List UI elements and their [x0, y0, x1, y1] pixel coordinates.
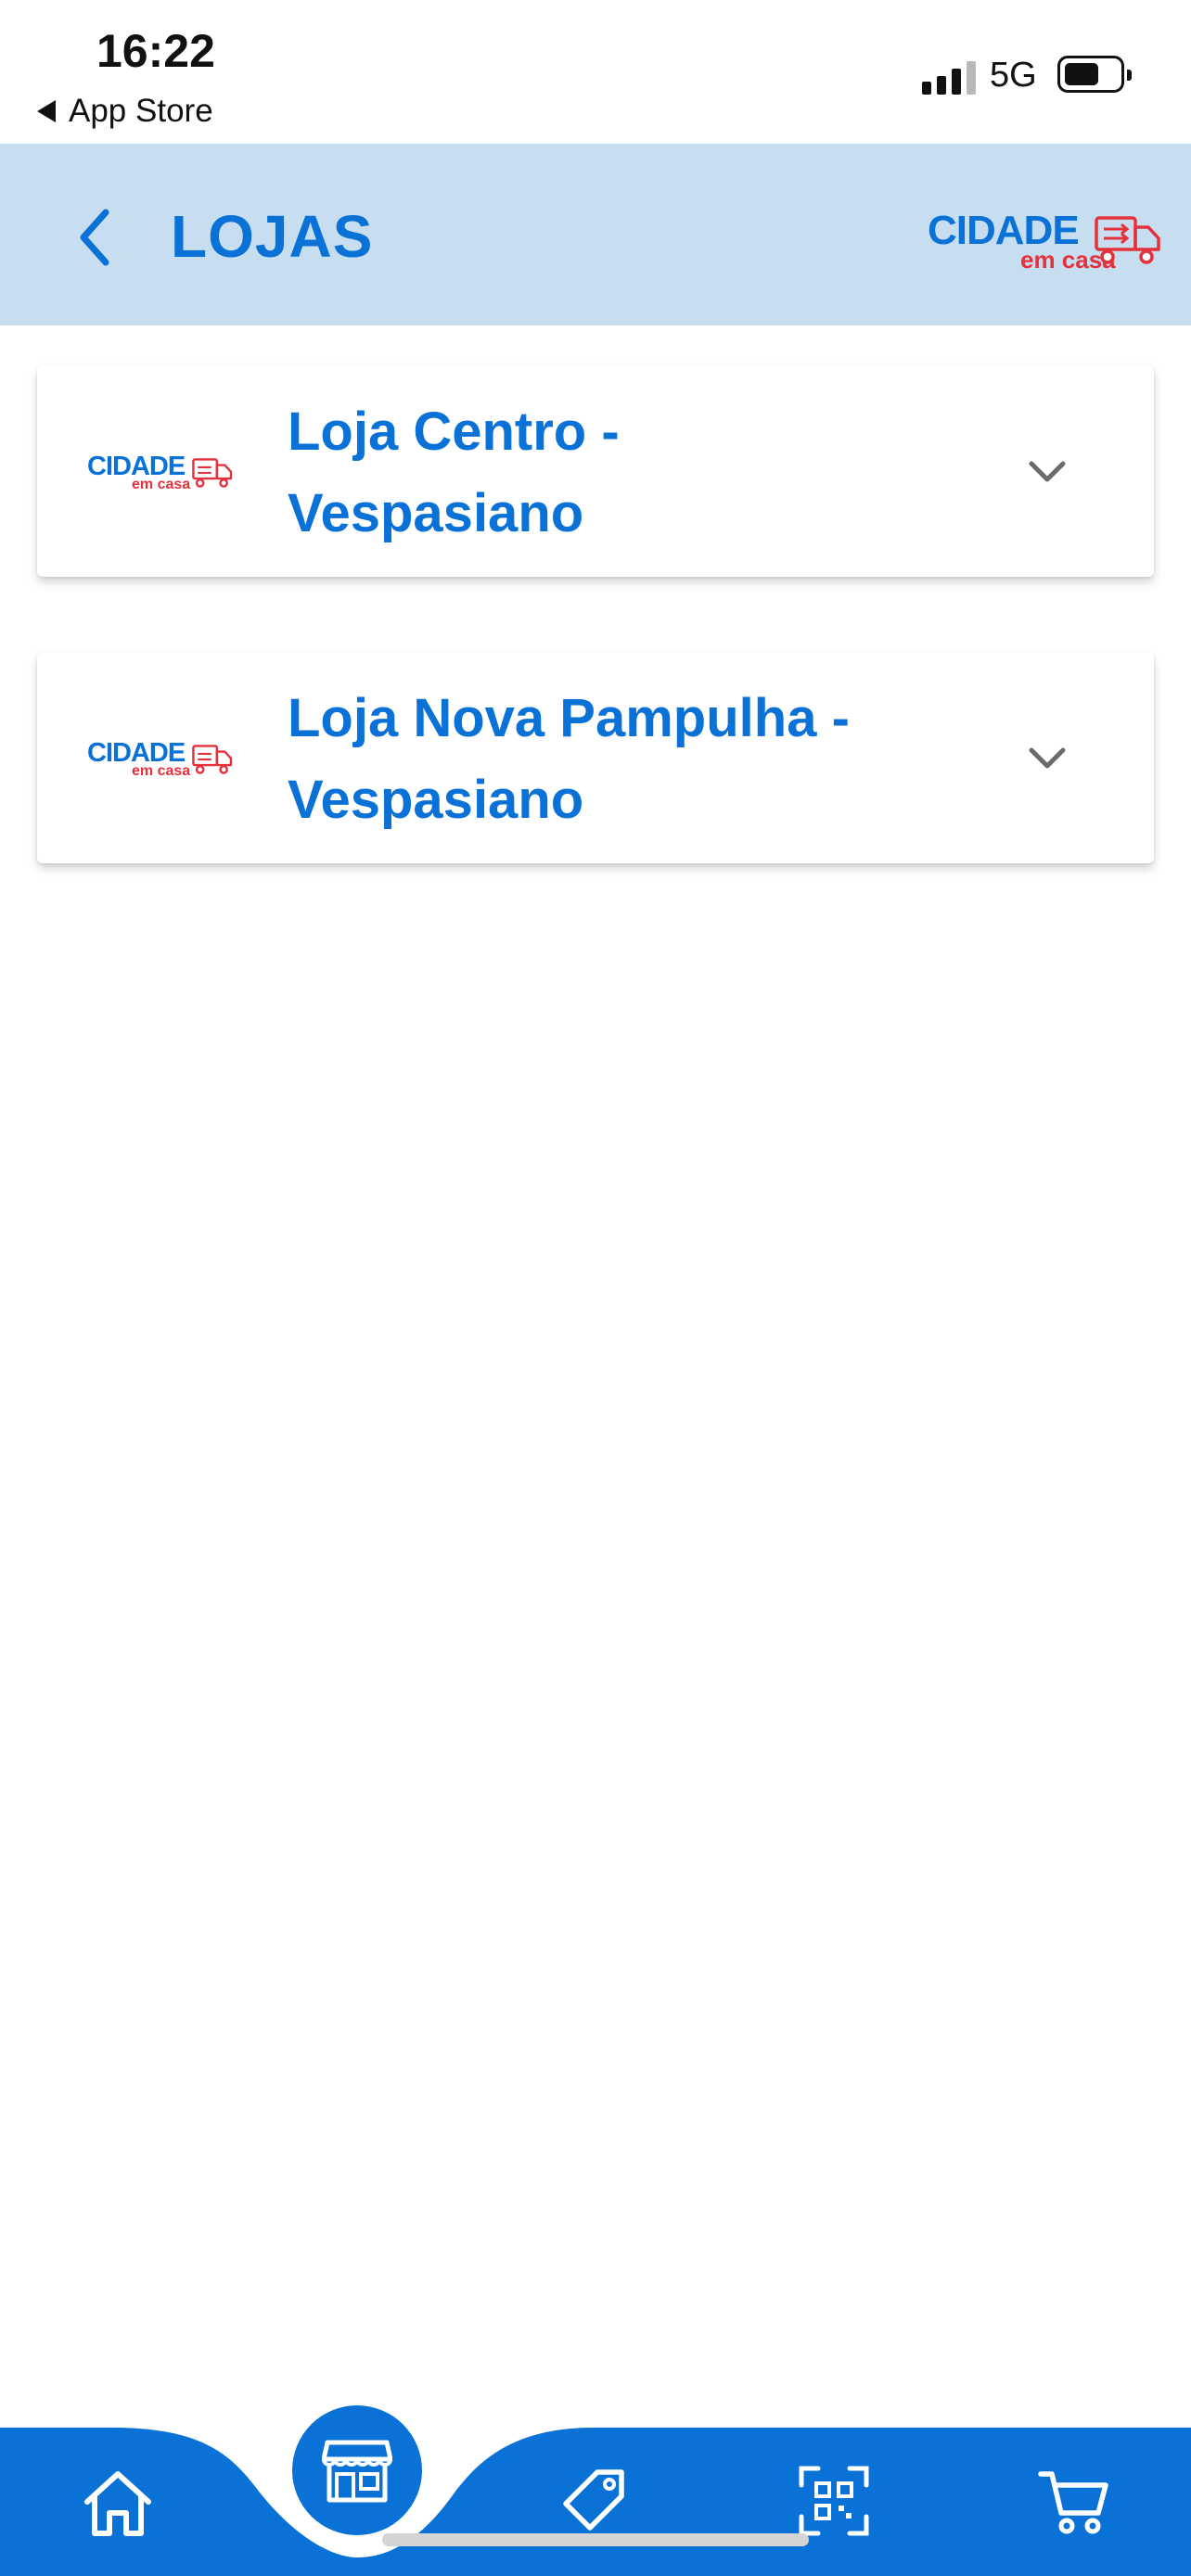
nav-stores-button[interactable]	[292, 2405, 422, 2535]
delivery-truck-icon	[1095, 216, 1160, 264]
shopping-cart-icon	[1038, 2471, 1108, 2534]
nav-scan-button[interactable]	[798, 2465, 870, 2537]
network-type: 5G	[990, 56, 1037, 95]
store-name: Loja Nova Pampulha - Vespasiano	[288, 688, 850, 830]
qr-code-scanner-icon	[799, 2466, 869, 2536]
app-header: LOJAS CIDADE em casa	[0, 144, 1191, 325]
back-button[interactable]	[65, 205, 130, 270]
delivery-truck-icon	[192, 458, 233, 488]
home-indicator	[382, 2533, 809, 2546]
signal-strength-icon	[922, 59, 976, 95]
bottom-navigation-bar	[0, 2428, 1191, 2576]
status-time: 16:22	[96, 25, 215, 77]
store-card-nova-pampulha[interactable]: CIDADE em casa Loja Nova Pampulha - Vesp…	[37, 652, 1154, 863]
page-title: LOJAS	[171, 203, 374, 270]
store-name: Loja Centro - Vespasiano	[288, 402, 620, 543]
logo-sub-text: em casa	[132, 477, 191, 492]
home-icon	[84, 2471, 151, 2536]
brand-logo: CIDADE em casa	[928, 210, 1164, 272]
nav-cart-button[interactable]	[1037, 2467, 1111, 2537]
chevron-down-icon[interactable]	[1026, 737, 1069, 780]
store-logo: CIDADE em casa	[87, 453, 236, 492]
status-bar: 16:22 App Store 5G	[0, 0, 1191, 144]
nav-home-button[interactable]	[80, 2465, 156, 2541]
chevron-down-icon[interactable]	[1026, 451, 1069, 493]
back-triangle-icon	[37, 100, 56, 122]
tag-icon	[563, 2469, 624, 2531]
logo-sub-text: em casa	[132, 763, 191, 779]
delivery-truck-icon	[192, 745, 233, 774]
back-app-label: App Store	[69, 93, 213, 129]
back-to-app-store-link[interactable]: App Store	[37, 93, 213, 130]
store-card-centro[interactable]: CIDADE em casa Loja Centro - Vespasiano	[37, 365, 1154, 577]
store-icon	[322, 2440, 392, 2503]
battery-icon	[1057, 56, 1132, 93]
nav-offers-button[interactable]	[560, 2467, 629, 2535]
chevron-left-icon	[80, 209, 109, 266]
store-logo: CIDADE em casa	[87, 740, 236, 779]
